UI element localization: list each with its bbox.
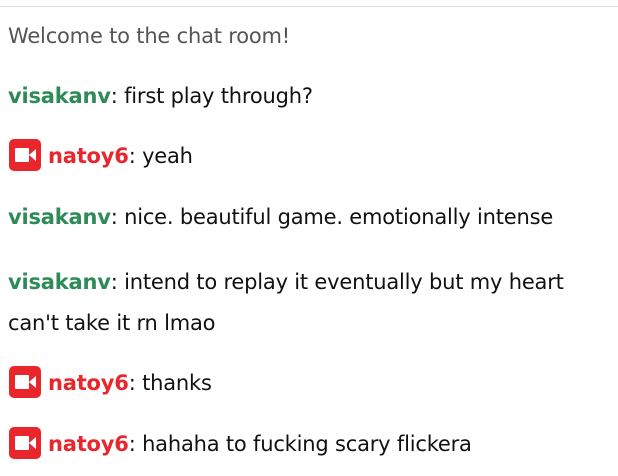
chat-username[interactable]: natoy6 [48, 144, 129, 168]
chat-message: natoy6: yeah [8, 138, 610, 172]
chat-username[interactable]: visakanv [8, 84, 111, 108]
chat-username[interactable]: visakanv [8, 205, 111, 229]
chat-text: yeah [142, 144, 193, 168]
chat-message: visakanv: nice. beautiful game. emotiona… [8, 202, 610, 232]
chat-message: visakanv: intend to replay it eventually… [8, 262, 610, 344]
chat-text: thanks [142, 371, 212, 395]
chat-log[interactable]: Welcome to the chat room! visakanv: firs… [0, 21, 618, 460]
chat-message: natoy6: thanks [8, 365, 610, 399]
chat-username[interactable]: natoy6 [48, 371, 129, 395]
video-camera-icon[interactable] [8, 138, 42, 172]
chat-message: natoy6: hahaha to fucking scary flickera [8, 426, 610, 460]
chat-separator: : [110, 205, 125, 229]
chat-separator: : [128, 144, 143, 168]
chat-separator: : [110, 84, 125, 108]
welcome-message: Welcome to the chat room! [8, 24, 291, 48]
video-camera-icon[interactable] [8, 365, 42, 399]
chat-text: nice. beautiful game. emotionally intens… [124, 205, 554, 229]
chat-separator: : [128, 371, 143, 395]
chat-separator: : [110, 270, 125, 294]
chat-panel: Welcome to the chat room! visakanv: firs… [0, 6, 618, 476]
chat-text: hahaha to fucking scary flickera [142, 432, 472, 456]
chat-message: visakanv: first play through? [8, 81, 610, 111]
chat-username[interactable]: natoy6 [48, 432, 129, 456]
video-camera-icon[interactable] [8, 426, 42, 460]
chat-text: first play through? [124, 84, 313, 108]
chat-username[interactable]: visakanv [8, 270, 111, 294]
chat-separator: : [128, 432, 143, 456]
